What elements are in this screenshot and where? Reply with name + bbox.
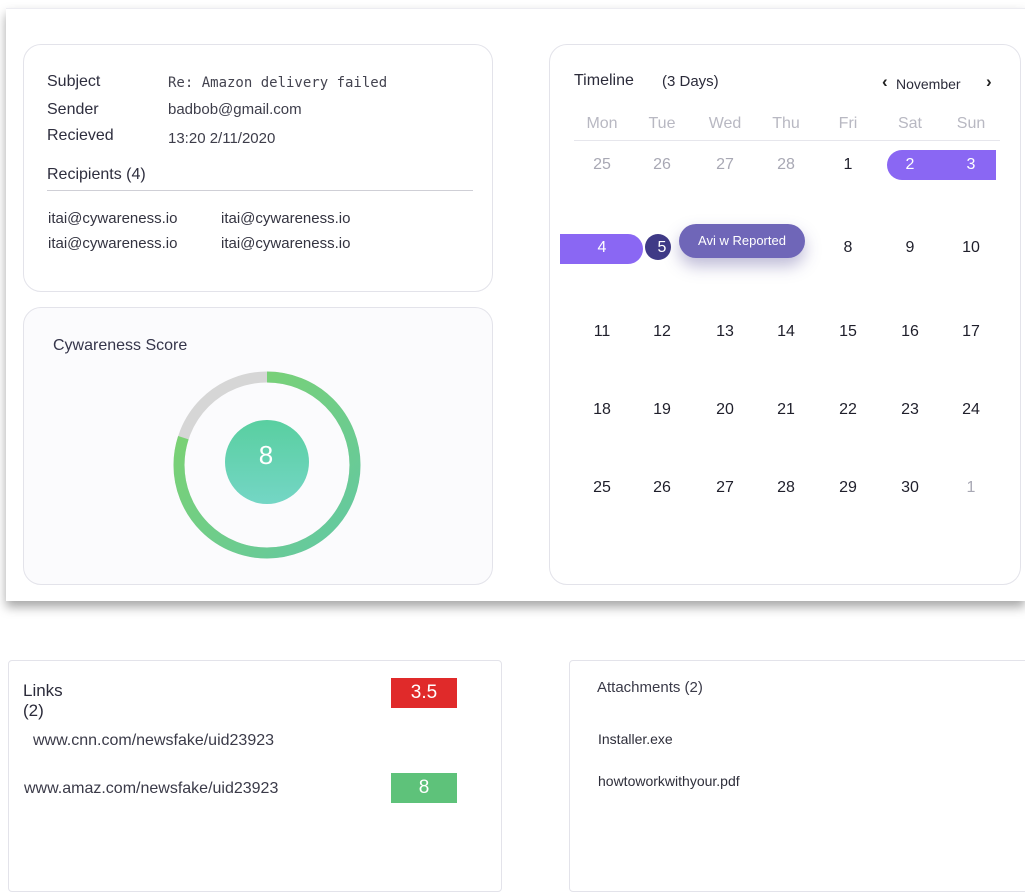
calendar-day[interactable]: 13 [705, 323, 745, 341]
cywareness-score-card: Cywareness Score 8 [23, 307, 493, 585]
links-count: (2) [23, 701, 44, 720]
weekday-label: Wed [708, 115, 742, 132]
calendar-day[interactable]: 26 [642, 156, 682, 174]
recipients-divider [47, 190, 473, 191]
calendar-day[interactable]: 24 [951, 401, 991, 419]
calendar-day[interactable]: 28 [766, 156, 806, 174]
calendar-day[interactable]: 4 [582, 239, 622, 257]
calendar-day[interactable]: 2 [890, 156, 930, 174]
links-title-label: Links [23, 681, 63, 700]
weekday-label: Sun [956, 115, 986, 132]
calendar-day[interactable]: 27 [705, 479, 745, 497]
calendar-day[interactable]: 23 [890, 401, 930, 419]
calendar-day[interactable]: 1 [828, 156, 868, 174]
timeline-range: (3 Days) [662, 73, 719, 90]
calendar-day[interactable]: 22 [828, 401, 868, 419]
recipient-email: itai@cywareness.io [221, 210, 351, 227]
weekday-label: Fri [838, 115, 858, 132]
links-card: Links (2) www.cnn.com/newsfake/uid23923 … [8, 660, 502, 892]
calendar-day[interactable]: 5 [642, 239, 682, 257]
calendar-day[interactable]: 9 [890, 239, 930, 257]
link-score-badge: 3.5 [391, 678, 457, 708]
calendar-day[interactable]: 10 [951, 239, 991, 257]
chevron-left-icon[interactable]: ‹ [882, 72, 888, 92]
reported-tooltip: Avi w Reported [679, 224, 805, 258]
calendar-day[interactable]: 30 [890, 479, 930, 497]
attachment-file[interactable]: Installer.exe [598, 731, 673, 747]
weekday-label: Mon [586, 115, 618, 132]
calendar-day[interactable]: 14 [766, 323, 806, 341]
calendar-day[interactable]: 26 [642, 479, 682, 497]
chevron-right-icon[interactable]: › [986, 72, 992, 92]
calendar-day[interactable]: 15 [828, 323, 868, 341]
calendar-day[interactable]: 17 [951, 323, 991, 341]
timeline-title: Timeline [574, 72, 634, 89]
calendar-day[interactable]: 27 [705, 156, 745, 174]
calendar-day[interactable]: 8 [828, 239, 868, 257]
links-title: Links (2) [23, 681, 113, 721]
subject-value: Re: Amazon delivery failed [168, 75, 388, 91]
calendar-day[interactable]: 11 [582, 323, 622, 341]
link-score-badge: 8 [391, 773, 457, 803]
email-analysis-panel: Subject Re: Amazon delivery failed Sende… [6, 8, 1025, 601]
subject-label: Subject [47, 73, 101, 90]
received-value: 13:20 2/11/2020 [168, 130, 276, 147]
email-details-card: Subject Re: Amazon delivery failed Sende… [23, 44, 493, 292]
attachment-file[interactable]: howtoworkwithyour.pdf [598, 773, 740, 789]
link-url[interactable]: www.amaz.com/newsfake/uid23923 [24, 780, 278, 798]
weekday-divider [574, 140, 1000, 141]
calendar-day[interactable]: 16 [890, 323, 930, 341]
calendar-day[interactable]: 20 [705, 401, 745, 419]
calendar-day[interactable]: 18 [582, 401, 622, 419]
score-title: Cywareness Score [53, 337, 188, 354]
calendar-day[interactable]: 1 [951, 479, 991, 497]
link-url[interactable]: www.cnn.com/newsfake/uid23923 [33, 732, 274, 750]
recipient-email: itai@cywareness.io [48, 235, 178, 252]
received-label: Recieved [47, 127, 114, 144]
timeline-card: Timeline (3 Days) ‹ November › Mon Tue Wed… [549, 44, 1021, 585]
attachments-card: Attachments (2) Installer.exe howtoworkw… [569, 660, 1025, 892]
calendar-day[interactable]: 25 [582, 479, 622, 497]
weekday-label: Sat [897, 115, 922, 132]
attachments-title: Attachments (2) [597, 679, 703, 696]
sender-value: badbob@gmail.com [168, 101, 302, 118]
recipient-email: itai@cywareness.io [48, 210, 178, 227]
calendar-day[interactable]: 29 [828, 479, 868, 497]
weekday-label: Thu [772, 115, 800, 132]
month-label: November [896, 76, 961, 92]
calendar-day[interactable]: 25 [582, 156, 622, 174]
score-value: 8 [258, 440, 274, 470]
calendar-day[interactable]: 21 [766, 401, 806, 419]
calendar-day[interactable]: 12 [642, 323, 682, 341]
calendar-day[interactable]: 28 [766, 479, 806, 497]
calendar-day[interactable]: 19 [642, 401, 682, 419]
recipients-label: Recipients (4) [47, 166, 146, 183]
calendar-day[interactable]: 3 [951, 156, 991, 174]
sender-label: Sender [47, 101, 99, 118]
weekday-label: Tue [648, 115, 676, 132]
recipient-email: itai@cywareness.io [221, 235, 351, 252]
